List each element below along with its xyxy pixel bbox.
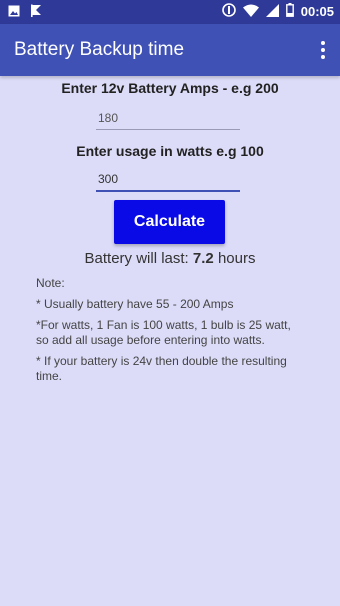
notes-section: Note: * Usually battery have 55 - 200 Am… [36,276,298,390]
note-item: *For watts, 1 Fan is 100 watts, 1 bulb i… [36,318,291,347]
amps-input[interactable] [96,106,240,130]
notes-heading: Note: [36,276,65,290]
watts-label: Enter usage in watts e.g 100 [76,143,264,159]
note-item: * Usually battery have 55 - 200 Amps [36,297,234,311]
signal-icon [265,3,279,20]
result-value: 7.2 [192,250,214,267]
wifi-icon [242,4,259,20]
result-line: Battery will last: 7.2 hours [0,250,340,267]
status-right-icons: 00:05 [221,3,334,20]
watts-input[interactable] [96,168,240,192]
app-title: Battery Backup time [14,39,185,60]
status-left-icons [8,4,42,22]
note-item: * If your battery is 24v then double the… [36,354,287,383]
status-bar: 00:05 [0,0,340,24]
result-suffix: hours [217,250,256,267]
app-bar: Battery Backup time [0,24,340,76]
gallery-icon [8,4,20,22]
calculate-button[interactable]: Calculate [114,200,225,244]
overflow-menu-icon[interactable] [316,38,330,62]
result-prefix: Battery will last: [84,250,189,267]
clock-time: 00:05 [300,4,334,19]
battery-icon [285,3,294,20]
amps-label: Enter 12v Battery Amps - e.g 200 [61,80,279,96]
flag-icon [30,4,42,22]
dnd-icon [221,3,236,20]
